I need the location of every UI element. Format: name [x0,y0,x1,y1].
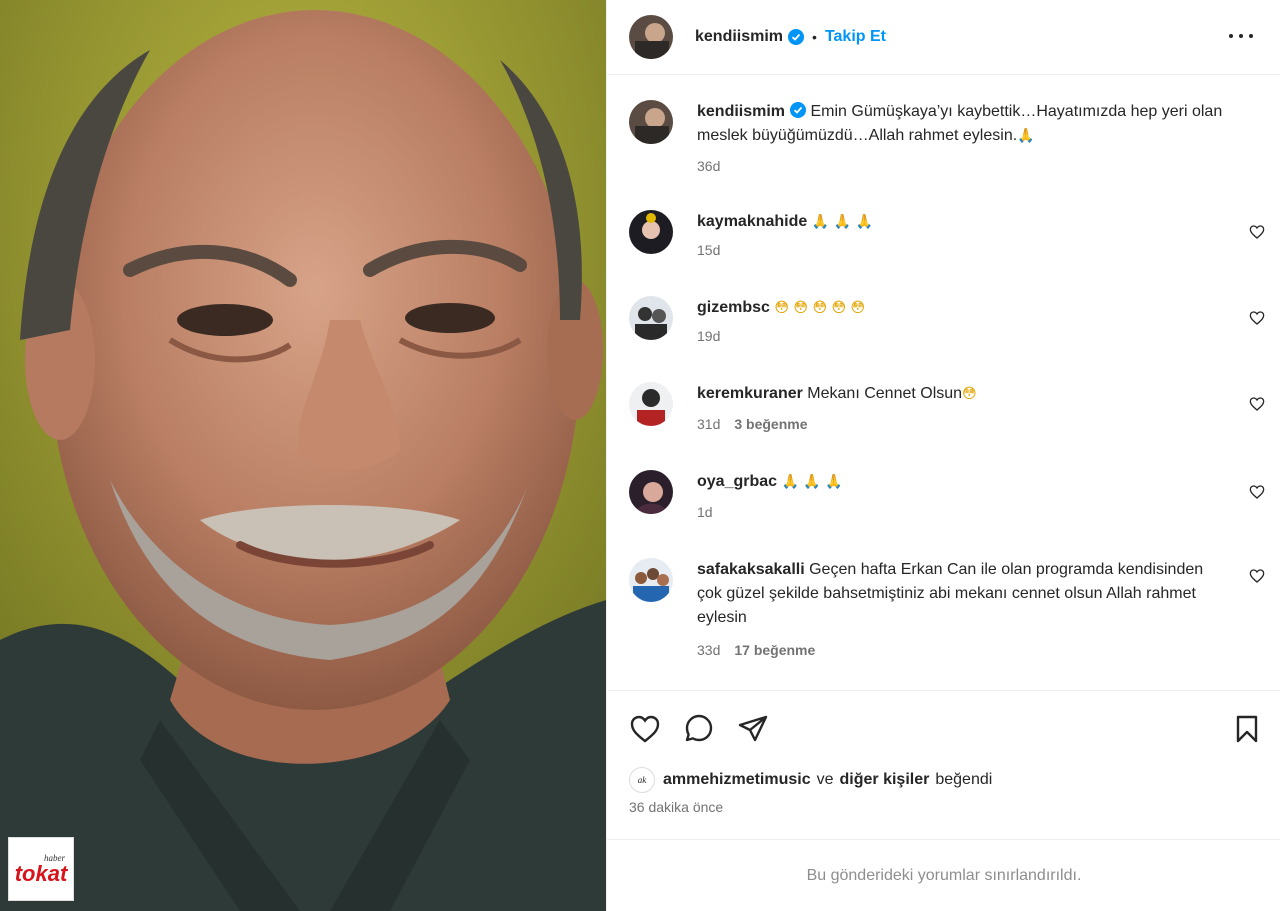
comment-item: safakaksakalli Geçen hafta Erkan Can ile… [629,558,1269,668]
commenter-username[interactable]: keremkuraner [697,385,803,402]
comment-likes[interactable]: 3 beğenme [734,416,807,432]
post-header: kendiismim • Takip Et [607,0,1280,75]
caption-emoji: 🙏 [1017,128,1035,144]
comment-emoji: 😳 [962,386,977,402]
author-avatar[interactable] [629,15,673,59]
share-icon[interactable] [737,713,769,745]
comment-meta: 33d 17 beğenme [697,642,815,658]
watermark-big-text: tokat [14,860,68,886]
bookmark-icon[interactable] [1231,713,1263,745]
verified-badge-icon [788,29,805,45]
commenter-username[interactable]: safakaksakalli [697,561,805,578]
heart-icon[interactable] [1249,310,1265,326]
commenter-avatar[interactable] [629,382,673,426]
others-link[interactable]: diğer kişiler [840,771,930,789]
comment-item: oya_grbac 🙏 🙏 🙏 1d [629,470,1269,530]
heart-icon[interactable] [1249,224,1265,240]
commenter-avatar[interactable] [629,296,673,340]
liker-username[interactable]: ammehizmetimusic [663,771,811,789]
comment-text: Mekanı Cennet Olsun [807,385,963,402]
post-image[interactable]: haber tokat [0,0,606,911]
caption-username[interactable]: kendiismim [697,103,785,120]
portrait-illustration [0,0,606,911]
likes-summary: ak ammehizmetimusic ve diğer kişiler beğ… [629,767,998,793]
comment-item: gizembsc 😳 😳 😳 😳 😳 19d [629,296,1269,356]
caption: kendiismim Emin Gümüşkaya’yı kaybettik…H… [629,100,1269,180]
commenter-avatar[interactable] [629,470,673,514]
caption-time: 36d [697,158,721,174]
commenter-username[interactable]: gizembsc [697,299,770,316]
author-avatar[interactable] [629,100,673,144]
comment-item: keremkuraner Mekanı Cennet Olsun😳 31d 3 b… [629,382,1269,444]
heart-icon[interactable] [1249,396,1265,412]
comment-emoji: 🙏 🙏 🙏 [781,474,843,490]
more-options-icon[interactable] [1229,26,1253,46]
separator-dot: • [812,29,817,45]
commenter-avatar[interactable] [629,558,673,602]
likes-suffix: beğendi [935,771,993,788]
post-time[interactable]: 36 dakika önce [629,799,723,815]
comment-time: 15d [697,242,721,258]
heart-icon[interactable] [629,713,661,745]
heart-icon[interactable] [1249,568,1265,584]
comment-emoji: 😳 😳 😳 😳 😳 [774,300,866,316]
comment-time: 33d [697,642,721,658]
verified-badge-icon [790,102,807,118]
author-username[interactable]: kendiismim [695,28,783,46]
comment-meta: 31d 3 beğenme [697,416,808,432]
comment-item: kaymaknahide 🙏 🙏 🙏 15d [629,210,1269,270]
comment-time: 31d [697,416,721,432]
commenter-username[interactable]: oya_grbac [697,473,777,490]
comment-time: 1d [697,504,713,520]
post-actions: ak ammehizmetimusic ve diğer kişiler beğ… [607,690,1280,838]
comment-emoji: 🙏 🙏 🙏 [811,214,873,230]
comment-icon[interactable] [683,713,715,745]
comments-list[interactable]: kendiismim Emin Gümüşkaya’yı kaybettik…H… [607,76,1280,690]
liker-avatar[interactable]: ak [629,767,655,793]
heart-icon[interactable] [1249,484,1265,500]
follow-button[interactable]: Takip Et [825,28,886,46]
watermark-logo: haber tokat [8,837,74,901]
commenter-avatar[interactable] [629,210,673,254]
comment-likes[interactable]: 17 beğenme [734,642,815,658]
post-sidebar: kendiismim • Takip Et kendiismim Emin Gü… [606,0,1280,911]
commenter-username[interactable]: kaymaknahide [697,213,807,230]
comment-time: 19d [697,328,721,344]
likes-conj: ve [816,771,834,788]
comments-limited-notice: Bu gönderideki yorumlar sınırlandırıldı. [607,839,1280,911]
